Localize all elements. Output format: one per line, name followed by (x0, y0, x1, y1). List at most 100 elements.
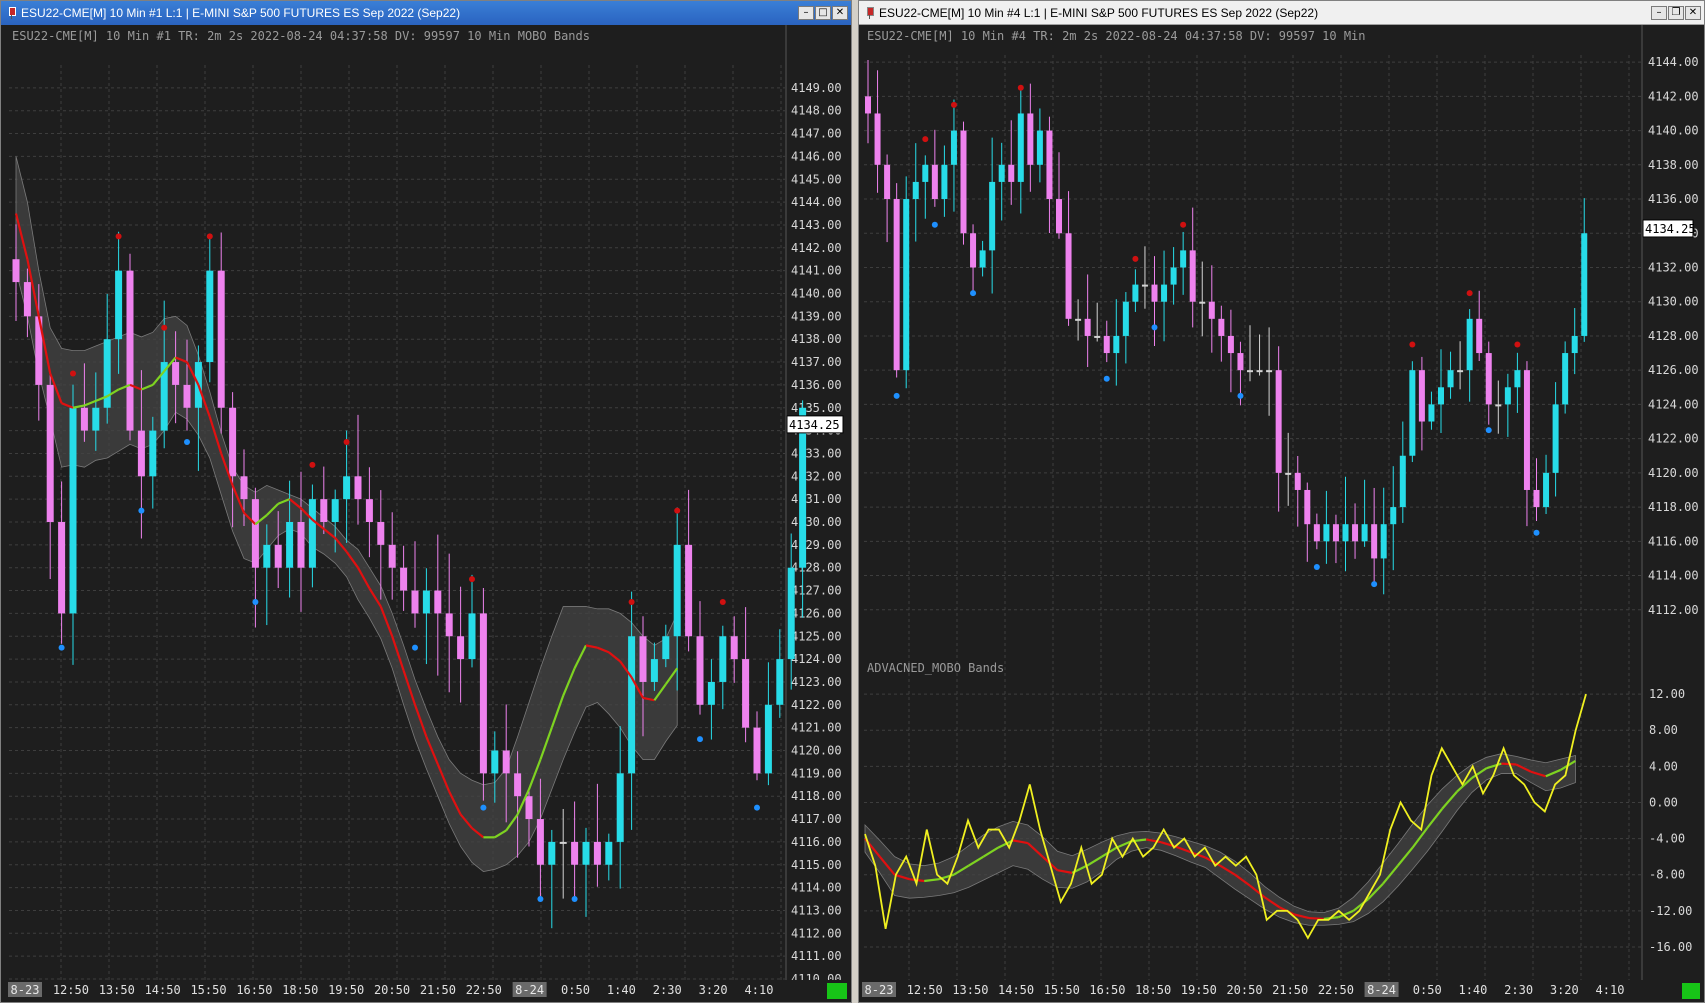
candle-body (331, 499, 339, 522)
resistance-dot (1180, 221, 1187, 228)
candle-body (1017, 113, 1024, 182)
time-tick: 13:50 (952, 983, 988, 997)
candle-body (1094, 335, 1101, 338)
candle-body (912, 181, 919, 200)
candle-body (922, 164, 929, 182)
chart-window-left[interactable]: ESU22-CME[M] 10 Min #1 L:1 | E-MINI S&P … (0, 0, 852, 1003)
candle-body (1428, 404, 1435, 422)
time-tick: 4:10 (745, 983, 774, 997)
candle-body (1027, 113, 1034, 165)
candle-body (1285, 472, 1292, 475)
candle-body (1247, 370, 1253, 373)
candle-body (865, 96, 871, 114)
price-tick: 4146.00 (791, 149, 842, 163)
candle-body (707, 681, 715, 705)
price-tick: 4116.00 (1648, 534, 1699, 548)
candle-body (1218, 318, 1225, 336)
window-title-right: ESU22-CME[M] 10 Min #4 L:1 | E-MINI S&P … (879, 5, 1319, 20)
resistance-dot (1017, 84, 1024, 91)
candle-body (274, 544, 282, 568)
price-tick: 4136.00 (791, 378, 842, 392)
candle-body (263, 544, 271, 568)
candle-body (950, 130, 957, 165)
resistance-dot (950, 101, 957, 108)
price-chart-right[interactable]: 4144.00 4142.00 4140.00 4138.00 4136.00 4134.… (859, 25, 1704, 1002)
price-chart-left[interactable]: 4149.00 4148.00 4147.00 4146.00 4145.00 4144.… (1, 25, 851, 1002)
candle-body (308, 499, 316, 568)
time-tick: 2:30 (1504, 983, 1533, 997)
close-button[interactable]: ✕ (1685, 5, 1701, 20)
minimize-button[interactable]: – (1651, 5, 1667, 20)
candle-body (525, 796, 533, 820)
candle-body (1371, 524, 1378, 559)
candle-body (1409, 370, 1416, 456)
candle-body (1581, 233, 1588, 336)
time-tick: 19:50 (328, 983, 364, 997)
close-button[interactable]: ✕ (832, 6, 848, 20)
resistance-dot (161, 324, 168, 331)
price-tick: 4140.00 (791, 287, 842, 301)
price-tick: 4119.00 (791, 766, 842, 780)
price-tick: 4124.00 (1648, 397, 1699, 411)
time-tick-date: 8-23 (865, 983, 894, 997)
candle-body (411, 590, 419, 614)
chart-window-right[interactable]: ESU22-CME[M] 10 Min #4 L:1 | E-MINI S&P … (858, 0, 1705, 1003)
candle-body (1065, 233, 1072, 319)
price-tick: 4130.00 (1648, 295, 1699, 309)
window-titlebar-left[interactable]: ESU22-CME[M] 10 Min #1 L:1 | E-MINI S&P … (1, 1, 851, 25)
candle-body (1304, 489, 1311, 525)
restore-button[interactable]: ❐ (1668, 5, 1684, 20)
candle-body (320, 499, 328, 522)
price-tick: 4113.00 (791, 903, 842, 917)
time-tick: 20:50 (374, 983, 410, 997)
support-dot (58, 644, 65, 651)
candle-body (1457, 370, 1464, 373)
time-tick-date: 8-24 (515, 983, 544, 997)
price-tick: 4118.00 (1648, 500, 1699, 514)
candle-body (730, 636, 738, 660)
maximize-button[interactable]: □ (815, 6, 831, 20)
support-dot (697, 736, 703, 743)
resistance-dot (1514, 341, 1521, 348)
price-tick: 4126.00 (1648, 363, 1699, 377)
minimize-button[interactable]: – (798, 6, 814, 20)
time-tick: 12:50 (907, 983, 943, 997)
candle-body (1313, 524, 1320, 542)
support-dot (1533, 529, 1540, 536)
candle-body (286, 522, 294, 568)
time-tick: 3:20 (1550, 983, 1579, 997)
candle-body (240, 476, 248, 500)
price-tick: 4132.00 (791, 469, 842, 483)
price-tick: 4111.00 (791, 949, 842, 963)
candle-body (1170, 267, 1177, 285)
candle-body (1084, 318, 1091, 336)
oscillator-tick: -12.00 (1649, 904, 1692, 918)
support-dot (1485, 427, 1492, 434)
window-titlebar-right[interactable]: ESU22-CME[M] 10 Min #4 L:1 | E-MINI S&P … (859, 1, 1704, 25)
candle-body (388, 544, 396, 568)
candle-body (1466, 318, 1473, 371)
status-indicator (1682, 983, 1700, 999)
candle-body (1342, 524, 1349, 542)
candle-body (571, 841, 579, 865)
time-tick: 2:30 (653, 983, 682, 997)
resistance-dot (628, 598, 635, 605)
candle-body (1390, 507, 1397, 525)
candle-body (126, 270, 134, 431)
status-indicator (827, 983, 847, 999)
candle-body (172, 362, 180, 385)
support-dot (931, 221, 938, 228)
price-tick: 4147.00 (791, 127, 842, 141)
price-tick: 4140.00 (1648, 124, 1699, 138)
price-tick: 4112.00 (791, 926, 842, 940)
candle-body (1161, 284, 1168, 302)
candle-body (719, 636, 727, 682)
time-tick: 4:10 (1596, 983, 1625, 997)
support-dot (893, 392, 900, 399)
price-tick: 4138.00 (1648, 158, 1699, 172)
oscillator-tick: 4.00 (1649, 759, 1678, 773)
candle-body (1294, 472, 1301, 490)
candle-body (1132, 284, 1139, 302)
time-tick: 18:50 (282, 983, 318, 997)
candle-body (149, 430, 157, 477)
